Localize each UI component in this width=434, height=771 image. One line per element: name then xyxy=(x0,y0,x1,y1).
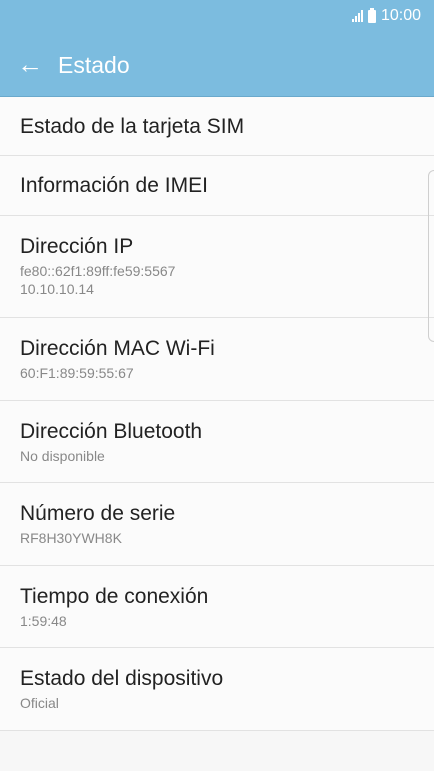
item-subtitle: No disponible xyxy=(20,448,105,464)
item-subtitle: Oficial xyxy=(20,695,59,711)
item-subtitle: 1:59:48 xyxy=(20,613,67,629)
list-item-bluetooth-address[interactable]: Dirección Bluetooth No disponible xyxy=(0,401,434,483)
list-item-serial-number[interactable]: Número de serie RF8H30YWH8K xyxy=(0,483,434,566)
app-bar: ← Estado xyxy=(0,34,434,97)
item-subtitle: 60:F1:89:59:55:67 xyxy=(20,365,134,381)
item-title: Número de serie xyxy=(20,502,176,525)
arrow-left-icon[interactable]: ← xyxy=(17,49,43,79)
list-item-imei[interactable]: Información de IMEI xyxy=(0,156,434,216)
list-item-ip-address[interactable]: Dirección IP fe80::62f1:89ff:fe59:5567 1… xyxy=(0,216,434,318)
item-title: Estado del dispositivo xyxy=(20,667,224,690)
item-subtitle: fe80::62f1:89ff:fe59:5567 xyxy=(20,263,176,279)
item-title: Dirección IP xyxy=(20,235,134,258)
list-item-wifi-mac[interactable]: Dirección MAC Wi-Fi 60:F1:89:59:55:67 xyxy=(0,318,434,401)
item-title: Estado de la tarjeta SIM xyxy=(20,115,245,138)
list-item-uptime[interactable]: Tiempo de conexión 1:59:48 xyxy=(0,566,434,648)
status-bar: 10:00 xyxy=(0,0,434,34)
signal-icon xyxy=(351,10,363,22)
page-title: Estado xyxy=(58,52,130,78)
item-title: Dirección MAC Wi-Fi xyxy=(20,337,215,360)
item-subtitle: RF8H30YWH8K xyxy=(20,530,122,546)
status-time: 10:00 xyxy=(380,7,421,24)
item-subtitle: 10.10.10.14 xyxy=(20,281,94,297)
status-icons: 10:00 xyxy=(351,7,421,25)
list-item-sim-status[interactable]: Estado de la tarjeta SIM xyxy=(0,97,434,156)
item-title: Dirección Bluetooth xyxy=(20,420,203,443)
battery-icon xyxy=(367,7,376,23)
item-title: Información de IMEI xyxy=(20,174,208,197)
list-item-device-status[interactable]: Estado del dispositivo Oficial xyxy=(0,648,434,731)
item-title: Tiempo de conexión xyxy=(20,585,209,608)
scroll-indicator[interactable] xyxy=(428,170,434,342)
status-list: Estado de la tarjeta SIM Información de … xyxy=(0,97,434,731)
